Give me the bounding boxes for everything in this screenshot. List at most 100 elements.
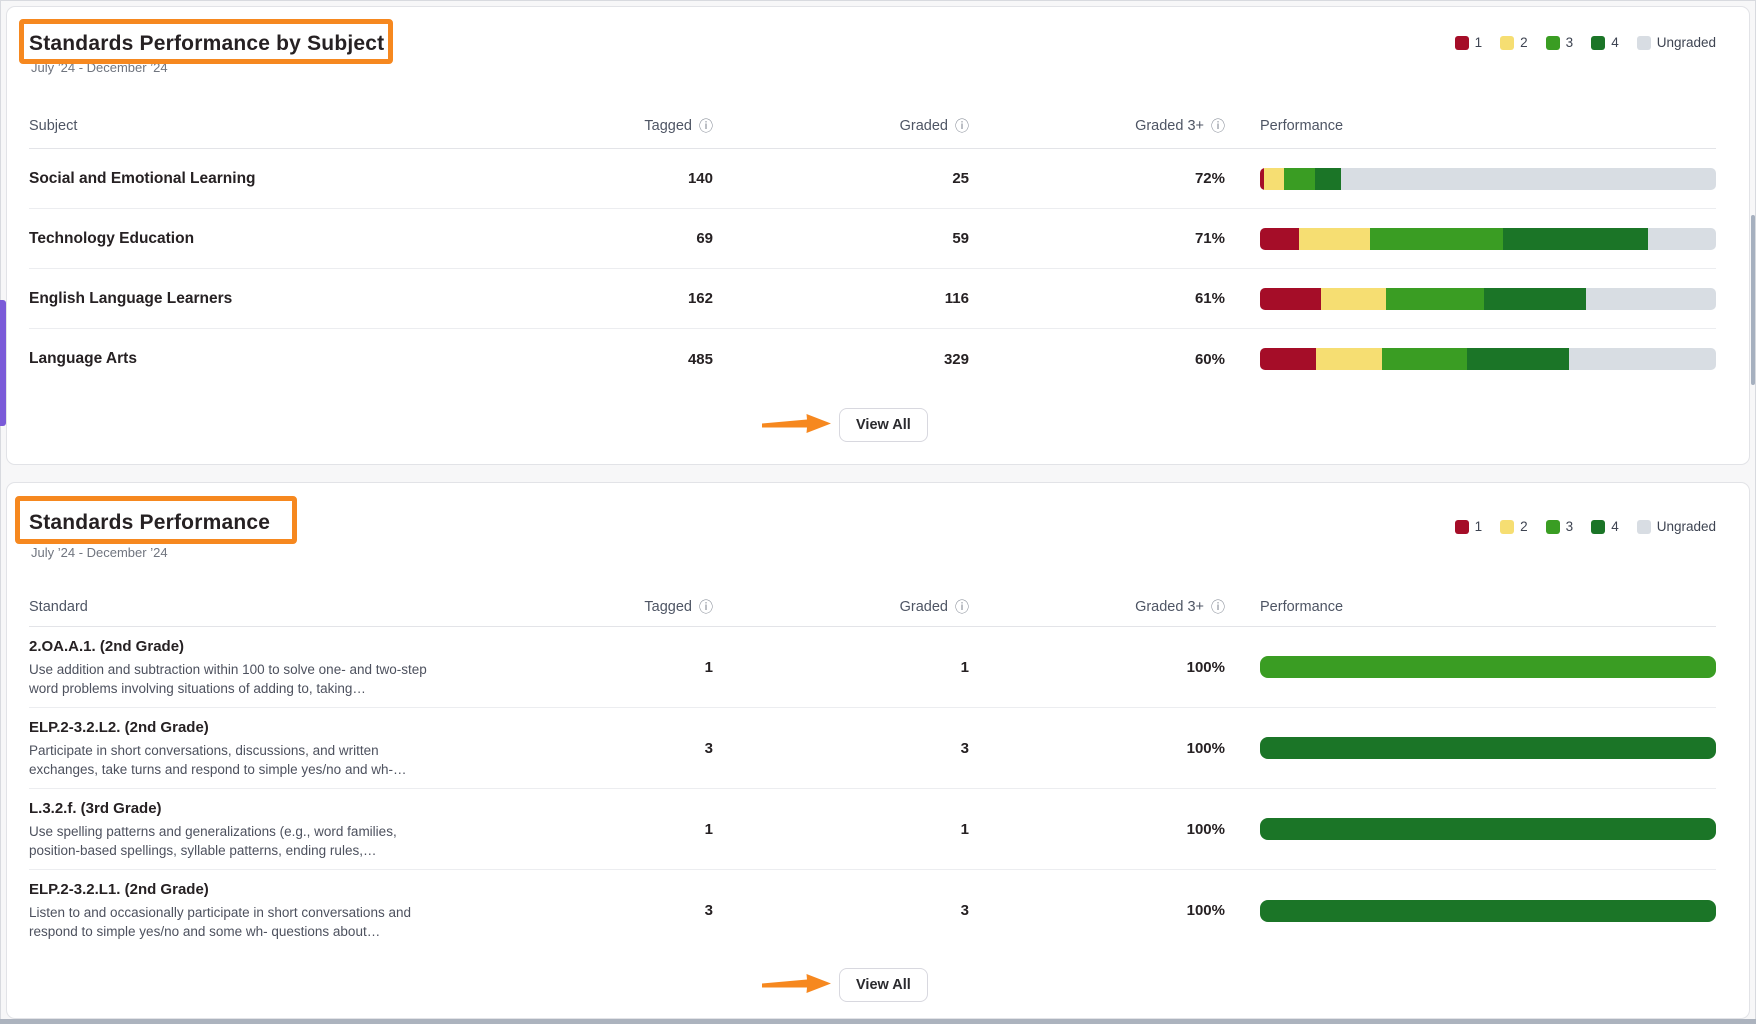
graded3-value: 61% bbox=[969, 290, 1225, 307]
graded-value: 116 bbox=[713, 290, 969, 307]
performance-stacked-bar bbox=[1260, 737, 1716, 759]
performance-stacked-bar bbox=[1260, 288, 1716, 310]
tagged-value: 140 bbox=[473, 170, 713, 187]
score-4-swatch bbox=[1591, 520, 1605, 534]
subject-name: Social and Emotional Learning bbox=[29, 170, 473, 188]
legend-item-2: 2 bbox=[1500, 35, 1528, 50]
table-row: 2.OA.A.1. (2nd Grade) Use addition and s… bbox=[29, 627, 1716, 708]
tagged-value: 1 bbox=[473, 659, 713, 676]
graded-value: 1 bbox=[713, 821, 969, 838]
column-header-performance: Performance bbox=[1260, 118, 1716, 134]
info-icon[interactable]: ⓘ bbox=[1211, 119, 1225, 133]
ungraded-swatch bbox=[1637, 36, 1651, 50]
standard-code: ELP.2-3.2.L1. (2nd Grade) bbox=[29, 880, 473, 900]
standard-description: Participate in short conversations, disc… bbox=[29, 741, 437, 779]
section-title: Standards Performance bbox=[29, 511, 270, 535]
subject-name: English Language Learners bbox=[29, 290, 473, 308]
column-header-graded3: Graded 3+ⓘ bbox=[969, 118, 1225, 134]
column-header-performance: Performance bbox=[1260, 599, 1716, 615]
legend-item-1: 1 bbox=[1455, 519, 1483, 534]
table-row: Language Arts 485 329 60% bbox=[29, 329, 1716, 389]
score-3-swatch bbox=[1546, 36, 1560, 50]
column-header-graded3: Graded 3+ⓘ bbox=[969, 599, 1225, 615]
standard-description: Use addition and subtraction within 100 … bbox=[29, 660, 437, 698]
score-4-swatch bbox=[1591, 36, 1605, 50]
performance-stacked-bar bbox=[1260, 818, 1716, 840]
graded3-value: 72% bbox=[969, 170, 1225, 187]
standard-code: ELP.2-3.2.L2. (2nd Grade) bbox=[29, 718, 473, 738]
table-row: ELP.2-3.2.L1. (2nd Grade) Listen to and … bbox=[29, 870, 1716, 951]
tagged-value: 162 bbox=[473, 290, 713, 307]
score-2-swatch bbox=[1500, 520, 1514, 534]
performance-stacked-bar bbox=[1260, 348, 1716, 370]
column-header-tagged: Taggedⓘ bbox=[473, 599, 713, 615]
vertical-scrollbar-thumb[interactable] bbox=[1751, 215, 1755, 385]
tagged-value: 3 bbox=[473, 740, 713, 757]
legend-item-2: 2 bbox=[1500, 519, 1528, 534]
legend-item-4: 4 bbox=[1591, 35, 1619, 50]
window-bottom-edge bbox=[0, 1019, 1756, 1024]
date-range: July ’24 - December ’24 bbox=[31, 60, 168, 75]
column-header-graded: Gradedⓘ bbox=[713, 118, 969, 134]
info-icon[interactable]: ⓘ bbox=[1211, 600, 1225, 614]
tagged-value: 1 bbox=[473, 821, 713, 838]
graded3-value: 100% bbox=[969, 740, 1225, 757]
graded-value: 3 bbox=[713, 902, 969, 919]
subject-performance-card: Standards Performance by Subject July ’2… bbox=[6, 6, 1750, 465]
score-1-swatch bbox=[1455, 36, 1469, 50]
graded3-value: 100% bbox=[969, 902, 1225, 919]
standard-code: L.3.2.f. (3rd Grade) bbox=[29, 799, 473, 819]
subject-name: Language Arts bbox=[29, 350, 473, 368]
table-row: English Language Learners 162 116 61% bbox=[29, 269, 1716, 329]
tagged-value: 69 bbox=[473, 230, 713, 247]
section-title: Standards Performance by Subject bbox=[29, 32, 384, 56]
annotation-arrow bbox=[761, 412, 833, 436]
performance-stacked-bar bbox=[1260, 168, 1716, 190]
table-header-row: Subject Taggedⓘ Gradedⓘ Graded 3+ⓘ Perfo… bbox=[29, 103, 1716, 149]
performance-stacked-bar bbox=[1260, 656, 1716, 678]
legend-item-1: 1 bbox=[1455, 35, 1483, 50]
info-icon[interactable]: ⓘ bbox=[955, 600, 969, 614]
ungraded-swatch bbox=[1637, 520, 1651, 534]
sidebar-edge-strip bbox=[0, 300, 6, 426]
standards-table: Standard Taggedⓘ Gradedⓘ Graded 3+ⓘ Perf… bbox=[29, 587, 1716, 951]
column-header-subject: Subject bbox=[29, 118, 473, 134]
performance-stacked-bar bbox=[1260, 900, 1716, 922]
annotation-arrow bbox=[761, 972, 833, 996]
graded3-value: 60% bbox=[969, 351, 1225, 368]
graded-value: 329 bbox=[713, 351, 969, 368]
tagged-value: 3 bbox=[473, 902, 713, 919]
graded-value: 25 bbox=[713, 170, 969, 187]
graded-value: 1 bbox=[713, 659, 969, 676]
legend-item-3: 3 bbox=[1546, 519, 1574, 534]
table-row: Technology Education 69 59 71% bbox=[29, 209, 1716, 269]
score-3-swatch bbox=[1546, 520, 1560, 534]
score-1-swatch bbox=[1455, 520, 1469, 534]
graded-value: 3 bbox=[713, 740, 969, 757]
legend-item-3: 3 bbox=[1546, 35, 1574, 50]
graded3-value: 71% bbox=[969, 230, 1225, 247]
info-icon[interactable]: ⓘ bbox=[955, 119, 969, 133]
legend-item-4: 4 bbox=[1591, 519, 1619, 534]
score-2-swatch bbox=[1500, 36, 1514, 50]
view-all-button[interactable]: View All bbox=[839, 408, 928, 442]
info-icon[interactable]: ⓘ bbox=[699, 119, 713, 133]
column-header-graded: Gradedⓘ bbox=[713, 599, 969, 615]
score-legend: 1 2 3 4 Ungraded bbox=[1455, 35, 1716, 50]
info-icon[interactable]: ⓘ bbox=[699, 600, 713, 614]
standard-code: 2.OA.A.1. (2nd Grade) bbox=[29, 637, 473, 657]
graded3-value: 100% bbox=[969, 659, 1225, 676]
standard-description: Use spelling patterns and generalization… bbox=[29, 822, 437, 860]
standard-description: Listen to and occasionally participate i… bbox=[29, 903, 437, 941]
score-legend: 1 2 3 4 Ungraded bbox=[1455, 519, 1716, 534]
date-range: July ’24 - December ’24 bbox=[31, 545, 168, 560]
table-row: Social and Emotional Learning 140 25 72% bbox=[29, 149, 1716, 209]
view-all-button[interactable]: View All bbox=[839, 968, 928, 1002]
tagged-value: 485 bbox=[473, 351, 713, 368]
legend-item-ungraded: Ungraded bbox=[1637, 35, 1716, 50]
graded3-value: 100% bbox=[969, 821, 1225, 838]
graded-value: 59 bbox=[713, 230, 969, 247]
standards-performance-card: Standards Performance July ’24 - Decembe… bbox=[6, 482, 1750, 1019]
column-header-standard: Standard bbox=[29, 599, 473, 615]
subject-table: Subject Taggedⓘ Gradedⓘ Graded 3+ⓘ Perfo… bbox=[29, 103, 1716, 389]
